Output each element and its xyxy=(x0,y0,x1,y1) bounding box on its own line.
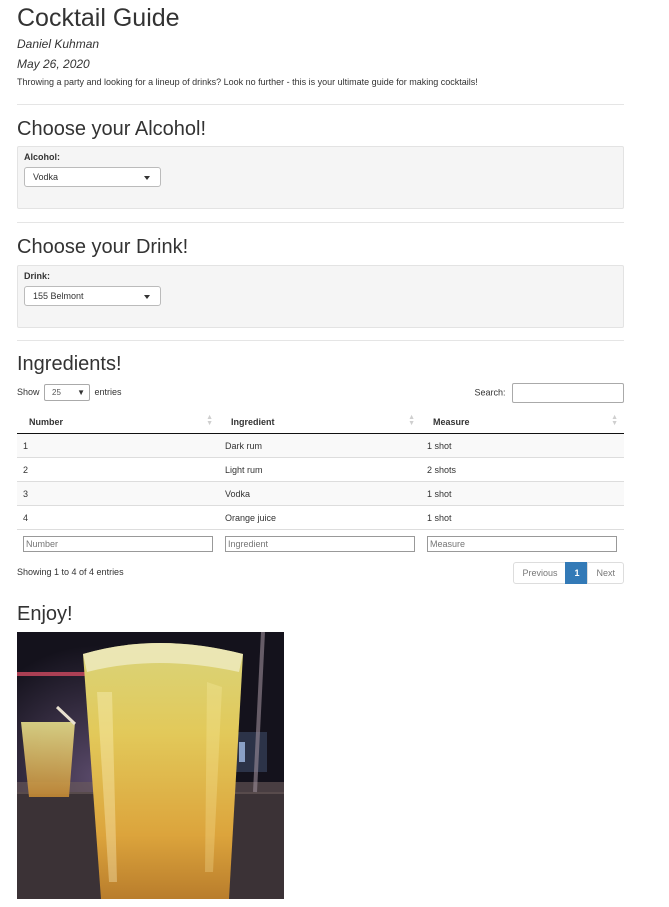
cell-measure: 2 shots xyxy=(421,457,624,482)
drink-selected-value: 155 Belmont xyxy=(33,291,84,301)
cell-ingredient: Vodka xyxy=(219,481,421,506)
ingredients-table: Number ▲ ▼ Ingredient ▲ ▼ Measure ▲ ▼ 1 Dar… xyxy=(17,410,624,554)
sort-icon: ▲ ▼ xyxy=(611,414,618,427)
drink-heading: Choose your Drink! xyxy=(17,236,189,258)
alcohol-heading: Choose your Alcohol! xyxy=(17,118,207,140)
triangle-down-icon: ▼ xyxy=(77,388,86,398)
divider xyxy=(17,340,624,341)
entries-length-select[interactable]: 25 ▼ xyxy=(44,384,91,402)
ingredients-heading: Ingredients! xyxy=(17,353,122,375)
alcohol-panel: Alcohol: Vodka xyxy=(17,146,624,209)
cell-number: 2 xyxy=(17,457,219,482)
cell-measure: 1 shot xyxy=(421,505,624,530)
column-header-label: Measure xyxy=(433,416,470,427)
ingredient-filter-input[interactable] xyxy=(225,536,415,552)
sort-icon: ▲ ▼ xyxy=(206,414,213,427)
page-1-button[interactable]: 1 xyxy=(565,562,589,584)
cell-ingredient: Dark rum xyxy=(219,433,421,458)
cell-ingredient: Orange juice xyxy=(219,505,421,530)
show-label: Show xyxy=(17,387,40,397)
alcohol-label: Alcohol: xyxy=(24,152,60,162)
cell-number: 1 xyxy=(17,433,219,458)
table-row: 1 Dark rum 1 shot xyxy=(17,433,624,458)
table-header-row: Number ▲ ▼ Ingredient ▲ ▼ Measure ▲ ▼ xyxy=(17,410,624,434)
search-label: Search: xyxy=(474,387,506,398)
cell-measure: 1 shot xyxy=(421,433,624,458)
column-header-label: Number xyxy=(29,416,64,427)
cocktail-photo-icon xyxy=(17,632,284,899)
filter-row xyxy=(17,529,624,554)
table-row: 3 Vodka 1 shot xyxy=(17,481,624,506)
table-controls: Show 25 ▼ entries Search: xyxy=(17,383,624,403)
divider xyxy=(17,222,624,223)
caret-down-icon xyxy=(144,176,150,180)
divider xyxy=(17,104,624,105)
measure-filter-input[interactable] xyxy=(427,536,617,552)
cell-number: 4 xyxy=(17,505,219,530)
cocktail-photo xyxy=(17,632,284,899)
alcohol-select[interactable]: Vodka xyxy=(24,167,161,187)
column-header-ingredient[interactable]: Ingredient ▲ ▼ xyxy=(219,410,421,434)
next-page-button[interactable]: Next xyxy=(587,562,624,584)
search-control: Search: xyxy=(474,383,624,403)
caret-down-icon xyxy=(144,295,150,299)
column-header-label: Ingredient xyxy=(231,416,275,427)
cell-measure: 1 shot xyxy=(421,481,624,506)
table-info: Showing 1 to 4 of 4 entries xyxy=(17,567,124,577)
enjoy-heading: Enjoy! xyxy=(17,603,73,625)
column-header-measure[interactable]: Measure ▲ ▼ xyxy=(421,410,624,434)
entries-label: entries xyxy=(94,387,122,397)
table-row: 4 Orange juice 1 shot xyxy=(17,505,624,530)
author-name: Daniel Kuhman xyxy=(17,37,100,51)
length-control: Show 25 ▼ entries xyxy=(17,383,122,402)
length-value: 25 xyxy=(52,388,61,398)
pagination: Previous 1 Next xyxy=(513,562,624,584)
cell-ingredient: Light rum xyxy=(219,457,421,482)
cell-number: 3 xyxy=(17,481,219,506)
table-row: 2 Light rum 2 shots xyxy=(17,457,624,482)
drink-label: Drink: xyxy=(24,271,51,281)
publish-date: May 26, 2020 xyxy=(17,57,90,71)
column-header-number[interactable]: Number ▲ ▼ xyxy=(17,410,219,434)
drink-panel: Drink: 155 Belmont xyxy=(17,265,624,328)
alcohol-selected-value: Vodka xyxy=(33,172,59,182)
number-filter-input[interactable] xyxy=(23,536,213,552)
page-title: Cocktail Guide xyxy=(17,4,180,32)
previous-page-button[interactable]: Previous xyxy=(513,562,567,584)
search-input[interactable] xyxy=(512,383,624,403)
drink-select[interactable]: 155 Belmont xyxy=(24,286,161,306)
intro-text: Throwing a party and looking for a lineu… xyxy=(17,77,478,87)
sort-icon: ▲ ▼ xyxy=(408,414,415,427)
